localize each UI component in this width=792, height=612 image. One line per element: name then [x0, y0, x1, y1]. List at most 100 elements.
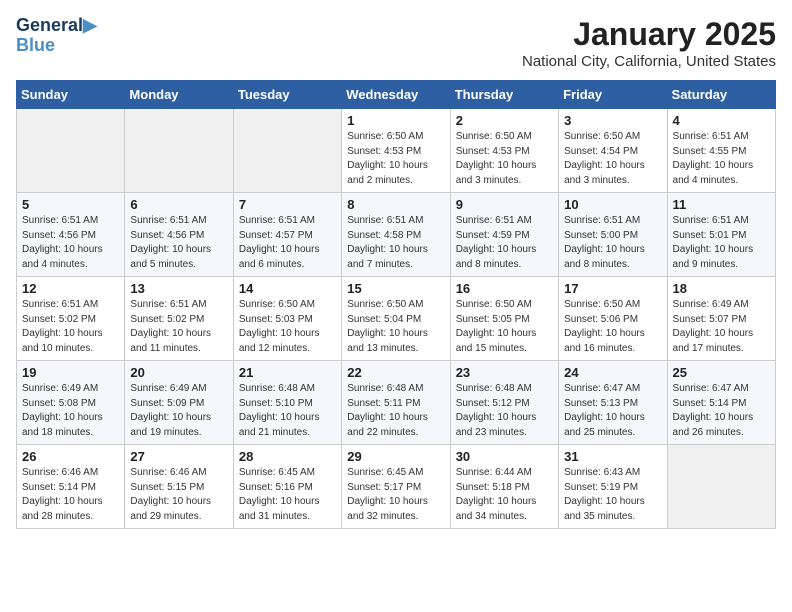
day-number: 16 — [456, 281, 553, 296]
day-content: Sunrise: 6:49 AM Sunset: 5:07 PM Dayligh… — [673, 298, 770, 356]
logo: General▶ Blue — [16, 16, 97, 56]
day-number: 1 — [347, 113, 444, 128]
calendar-cell: 7 Sunrise: 6:51 AM Sunset: 4:57 PM Daylig… — [233, 193, 341, 277]
day-content: Sunrise: 6:51 AM Sunset: 5:01 PM Dayligh… — [673, 214, 770, 272]
day-number: 5 — [22, 197, 119, 212]
day-content: Sunrise: 6:51 AM Sunset: 5:02 PM Dayligh… — [130, 298, 227, 356]
calendar-cell — [125, 109, 233, 193]
day-number: 31 — [564, 449, 661, 464]
day-content: Sunrise: 6:46 AM Sunset: 5:15 PM Dayligh… — [130, 466, 227, 524]
day-number: 10 — [564, 197, 661, 212]
calendar-cell: 30Sunrise: 6:44 AM Sunset: 5:18 PM Dayli… — [450, 445, 558, 529]
calendar-cell: 26 Sunrise: 6:46 AM Sunset: 5:14 PM Dayli… — [17, 445, 125, 529]
day-content: Sunrise: 6:49 AM Sunset: 5:09 PM Dayligh… — [130, 382, 227, 440]
day-content: Sunrise: 6:45 AM Sunset: 5:17 PM Dayligh… — [347, 466, 444, 524]
day-content: Sunrise: 6:51 AM Sunset: 4:56 PM Dayligh… — [22, 214, 119, 272]
calendar-cell: 11 Sunrise: 6:51 AM Sunset: 5:01 PM Dayli… — [667, 193, 775, 277]
day-number: 25 — [673, 365, 770, 380]
title-block: January 2025 National City, California, … — [522, 16, 776, 70]
day-number: 9 — [456, 197, 553, 212]
calendar-week-1: 1 Sunrise: 6:50 AM Sunset: 4:53 PM Daylig… — [17, 109, 776, 193]
day-content: Sunrise: 6:43 AM Sunset: 5:19 PM Dayligh… — [564, 466, 661, 524]
calendar-cell: 14Sunrise: 6:50 AM Sunset: 5:03 PM Dayli… — [233, 277, 341, 361]
logo-subtext: Blue — [16, 36, 97, 56]
day-content: Sunrise: 6:51 AM Sunset: 5:00 PM Dayligh… — [564, 214, 661, 272]
day-number: 24 — [564, 365, 661, 380]
calendar-cell: 28 Sunrise: 6:45 AM Sunset: 5:16 PM Dayli… — [233, 445, 341, 529]
weekday-header-thursday: Thursday — [450, 81, 558, 109]
calendar-cell: 8Sunrise: 6:51 AM Sunset: 4:58 PM Daylig… — [342, 193, 450, 277]
day-content: Sunrise: 6:50 AM Sunset: 5:04 PM Dayligh… — [347, 298, 444, 356]
weekday-header-wednesday: Wednesday — [342, 81, 450, 109]
calendar-cell: 16 Sunrise: 6:50 AM Sunset: 5:05 PM Dayli… — [450, 277, 558, 361]
day-content: Sunrise: 6:51 AM Sunset: 4:57 PM Dayligh… — [239, 214, 336, 272]
calendar-cell: 18 Sunrise: 6:49 AM Sunset: 5:07 PM Dayli… — [667, 277, 775, 361]
day-number: 28 — [239, 449, 336, 464]
calendar-cell: 4 Sunrise: 6:51 AM Sunset: 4:55 PM Daylig… — [667, 109, 775, 193]
calendar-cell: 24 Sunrise: 6:47 AM Sunset: 5:13 PM Dayli… — [559, 361, 667, 445]
calendar-cell: 19Sunrise: 6:49 AM Sunset: 5:08 PM Dayli… — [17, 361, 125, 445]
calendar-cell: 15Sunrise: 6:50 AM Sunset: 5:04 PM Dayli… — [342, 277, 450, 361]
day-number: 4 — [673, 113, 770, 128]
calendar-week-5: 26 Sunrise: 6:46 AM Sunset: 5:14 PM Dayli… — [17, 445, 776, 529]
logo-text: General▶ — [16, 15, 97, 35]
day-content: Sunrise: 6:50 AM Sunset: 4:53 PM Dayligh… — [347, 130, 444, 188]
calendar-week-3: 12 Sunrise: 6:51 AM Sunset: 5:02 PM Dayli… — [17, 277, 776, 361]
day-number: 8 — [347, 197, 444, 212]
day-number: 12 — [22, 281, 119, 296]
day-content: Sunrise: 6:50 AM Sunset: 5:06 PM Dayligh… — [564, 298, 661, 356]
calendar-cell: 1 Sunrise: 6:50 AM Sunset: 4:53 PM Daylig… — [342, 109, 450, 193]
day-content: Sunrise: 6:48 AM Sunset: 5:10 PM Dayligh… — [239, 382, 336, 440]
calendar-cell: 29 Sunrise: 6:45 AM Sunset: 5:17 PM Dayli… — [342, 445, 450, 529]
calendar-cell: 10 Sunrise: 6:51 AM Sunset: 5:00 PM Dayli… — [559, 193, 667, 277]
day-content: Sunrise: 6:48 AM Sunset: 5:12 PM Dayligh… — [456, 382, 553, 440]
calendar-cell: 2 Sunrise: 6:50 AM Sunset: 4:53 PM Daylig… — [450, 109, 558, 193]
day-content: Sunrise: 6:51 AM Sunset: 5:02 PM Dayligh… — [22, 298, 119, 356]
calendar-cell: 25 Sunrise: 6:47 AM Sunset: 5:14 PM Dayli… — [667, 361, 775, 445]
calendar-cell: 9 Sunrise: 6:51 AM Sunset: 4:59 PM Daylig… — [450, 193, 558, 277]
calendar-cell: 20 Sunrise: 6:49 AM Sunset: 5:09 PM Dayli… — [125, 361, 233, 445]
day-number: 23 — [456, 365, 553, 380]
day-content: Sunrise: 6:51 AM Sunset: 4:55 PM Dayligh… — [673, 130, 770, 188]
day-content: Sunrise: 6:46 AM Sunset: 5:14 PM Dayligh… — [22, 466, 119, 524]
day-number: 11 — [673, 197, 770, 212]
month-title: January 2025 — [522, 16, 776, 53]
day-number: 19 — [22, 365, 119, 380]
day-content: Sunrise: 6:48 AM Sunset: 5:11 PM Dayligh… — [347, 382, 444, 440]
day-number: 29 — [347, 449, 444, 464]
day-content: Sunrise: 6:47 AM Sunset: 5:13 PM Dayligh… — [564, 382, 661, 440]
day-number: 14 — [239, 281, 336, 296]
day-content: Sunrise: 6:44 AM Sunset: 5:18 PM Dayligh… — [456, 466, 553, 524]
calendar-cell: 6Sunrise: 6:51 AM Sunset: 4:56 PM Daylig… — [125, 193, 233, 277]
calendar-cell: 12 Sunrise: 6:51 AM Sunset: 5:02 PM Dayli… — [17, 277, 125, 361]
day-content: Sunrise: 6:51 AM Sunset: 4:56 PM Dayligh… — [130, 214, 227, 272]
day-content: Sunrise: 6:51 AM Sunset: 4:59 PM Dayligh… — [456, 214, 553, 272]
calendar-cell: 5 Sunrise: 6:51 AM Sunset: 4:56 PM Daylig… — [17, 193, 125, 277]
calendar-cell: 3Sunrise: 6:50 AM Sunset: 4:54 PM Daylig… — [559, 109, 667, 193]
calendar-week-4: 19Sunrise: 6:49 AM Sunset: 5:08 PM Dayli… — [17, 361, 776, 445]
calendar-cell: 22Sunrise: 6:48 AM Sunset: 5:11 PM Dayli… — [342, 361, 450, 445]
calendar-cell — [233, 109, 341, 193]
day-number: 27 — [130, 449, 227, 464]
weekday-header-friday: Friday — [559, 81, 667, 109]
day-number: 18 — [673, 281, 770, 296]
day-number: 21 — [239, 365, 336, 380]
day-content: Sunrise: 6:50 AM Sunset: 5:05 PM Dayligh… — [456, 298, 553, 356]
calendar-week-2: 5 Sunrise: 6:51 AM Sunset: 4:56 PM Daylig… — [17, 193, 776, 277]
weekday-header-saturday: Saturday — [667, 81, 775, 109]
day-number: 26 — [22, 449, 119, 464]
weekday-header-tuesday: Tuesday — [233, 81, 341, 109]
day-number: 7 — [239, 197, 336, 212]
day-content: Sunrise: 6:45 AM Sunset: 5:16 PM Dayligh… — [239, 466, 336, 524]
weekday-header-monday: Monday — [125, 81, 233, 109]
location-text: National City, California, United States — [522, 53, 776, 70]
calendar-table: SundayMondayTuesdayWednesdayThursdayFrid… — [16, 80, 776, 529]
calendar-cell — [17, 109, 125, 193]
day-number: 2 — [456, 113, 553, 128]
day-content: Sunrise: 6:47 AM Sunset: 5:14 PM Dayligh… — [673, 382, 770, 440]
day-number: 17 — [564, 281, 661, 296]
calendar-cell: 31 Sunrise: 6:43 AM Sunset: 5:19 PM Dayli… — [559, 445, 667, 529]
day-content: Sunrise: 6:50 AM Sunset: 4:54 PM Dayligh… — [564, 130, 661, 188]
day-number: 20 — [130, 365, 227, 380]
day-content: Sunrise: 6:50 AM Sunset: 4:53 PM Dayligh… — [456, 130, 553, 188]
